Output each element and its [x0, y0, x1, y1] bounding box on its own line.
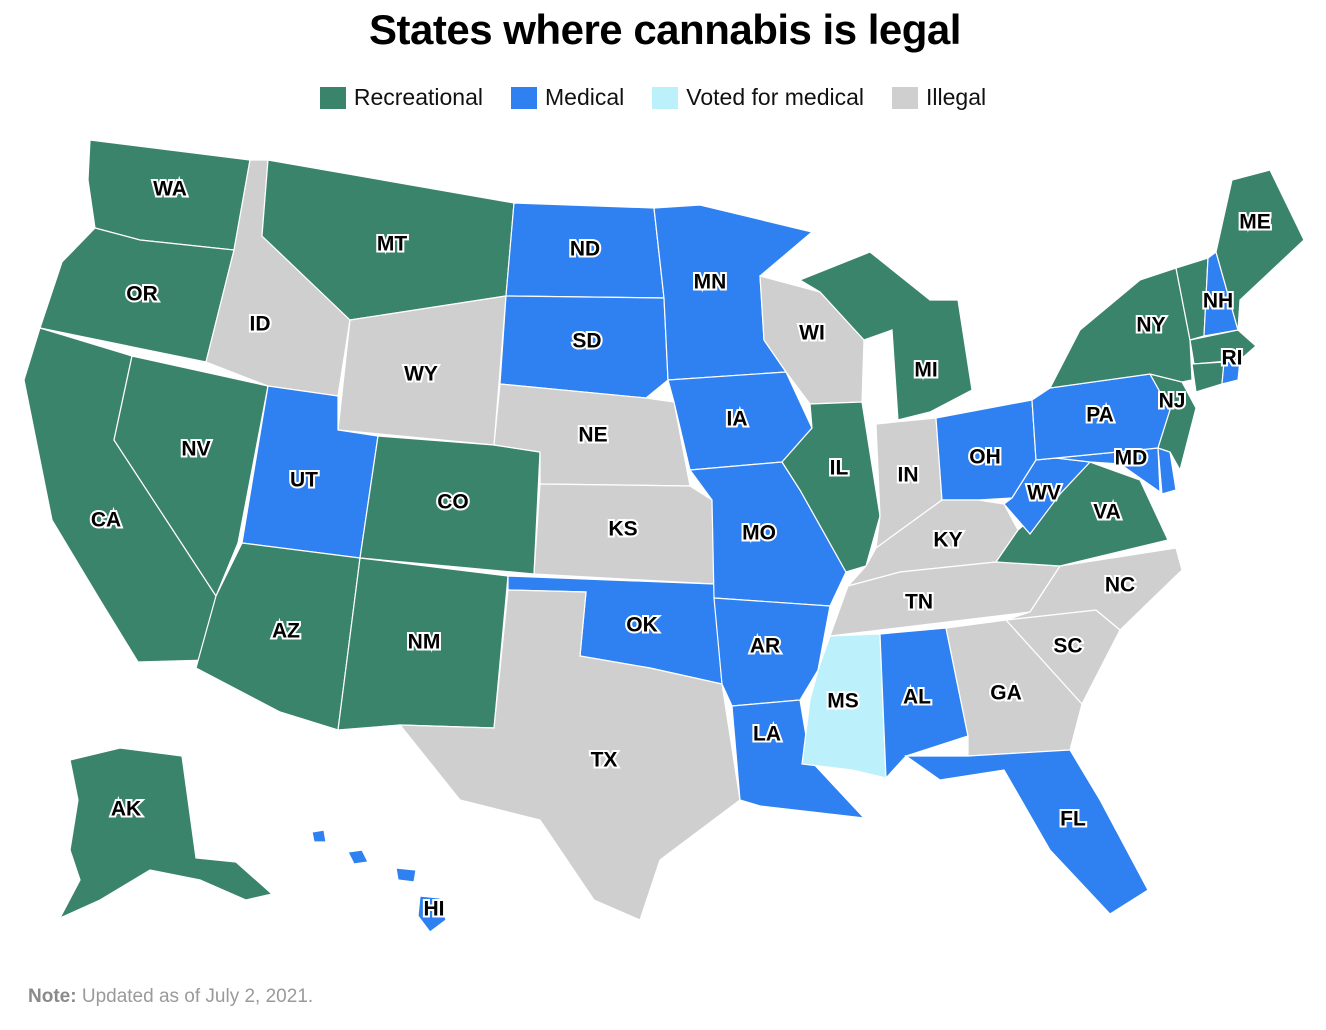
label-mo: MO — [742, 522, 776, 545]
legend-item-medical: Medical — [511, 84, 624, 111]
label-ks: KS — [608, 518, 637, 541]
note-text: Updated as of July 2, 2021. — [81, 986, 314, 1007]
label-co: CO — [437, 491, 469, 514]
legend-swatch-voted-for-medical — [652, 86, 679, 109]
label-sd: SD — [572, 330, 601, 353]
label-ok: OK — [626, 614, 658, 637]
label-mi: MI — [914, 359, 937, 382]
us-map: WA OR CA NV ID MT WY UT AZ CO NM ND SD N… — [23, 139, 1305, 933]
legend-swatch-recreational — [319, 86, 346, 109]
state-hi-kauai[interactable] — [311, 829, 327, 843]
label-ga: GA — [990, 682, 1022, 705]
label-tn: TN — [905, 591, 933, 614]
label-ne: NE — [578, 424, 607, 447]
label-ri: RI — [1222, 347, 1243, 370]
note-label: Note: — [28, 986, 77, 1007]
label-tx: TX — [591, 749, 618, 772]
legend-label-illegal: Illegal — [926, 84, 987, 110]
label-ny: NY — [1136, 314, 1165, 337]
legend-label-voted-for-medical: Voted for medical — [686, 84, 864, 110]
state-ak[interactable] — [58, 747, 274, 920]
label-az: AZ — [272, 620, 300, 643]
label-ia: IA — [727, 408, 748, 431]
label-hi: HI — [424, 898, 445, 921]
label-nh: NH — [1203, 290, 1233, 313]
label-nj: NJ — [1159, 390, 1186, 413]
state-hi-oahu[interactable] — [347, 849, 369, 865]
label-wa: WA — [153, 178, 187, 201]
label-nm: NM — [408, 631, 441, 654]
label-me: ME — [1239, 211, 1271, 234]
state-ct[interactable] — [1191, 361, 1225, 393]
label-nc: NC — [1105, 574, 1135, 597]
legend-swatch-medical — [511, 86, 538, 109]
label-sc: SC — [1053, 635, 1082, 658]
legend-item-voted-for-medical: Voted for medical — [652, 84, 864, 111]
label-ak: AK — [111, 798, 141, 821]
legend-label-medical: Medical — [545, 84, 625, 110]
label-nd: ND — [570, 238, 600, 261]
label-wy: WY — [404, 363, 438, 386]
label-wv: WV — [1027, 482, 1061, 505]
label-al: AL — [903, 686, 931, 709]
state-hi-maui[interactable] — [395, 867, 417, 883]
label-mn: MN — [694, 271, 727, 294]
label-oh: OH — [969, 446, 1001, 469]
legend-item-recreational: Recreational — [319, 84, 484, 111]
state-ny[interactable] — [1048, 267, 1193, 389]
legend-item-illegal: Illegal — [892, 84, 986, 111]
label-mt: MT — [377, 233, 407, 256]
footnote: Note: Updated as of July 2, 2021. — [28, 986, 313, 1008]
label-nv: NV — [181, 438, 210, 461]
label-va: VA — [1093, 501, 1121, 524]
legend-swatch-illegal — [892, 86, 918, 109]
label-pa: PA — [1086, 404, 1114, 427]
label-la: LA — [753, 723, 781, 746]
label-ar: AR — [750, 635, 780, 658]
label-md: MD — [1115, 447, 1148, 470]
label-id: ID — [250, 313, 271, 336]
label-wi: WI — [799, 322, 825, 345]
label-ky: KY — [933, 529, 962, 552]
state-fl[interactable] — [904, 749, 1149, 915]
label-il: IL — [830, 457, 849, 480]
label-ca: CA — [91, 509, 121, 532]
label-fl: FL — [1060, 808, 1086, 831]
state-shapes — [23, 139, 1305, 933]
label-ut: UT — [290, 469, 318, 492]
label-or: OR — [126, 283, 158, 306]
legend-label-recreational: Recreational — [353, 84, 484, 110]
label-in: IN — [898, 464, 919, 487]
legend: Recreational Medical Voted for medical I… — [0, 84, 1306, 111]
label-ms: MS — [827, 690, 859, 713]
map-title: States where cannabis is legal — [369, 6, 961, 53]
